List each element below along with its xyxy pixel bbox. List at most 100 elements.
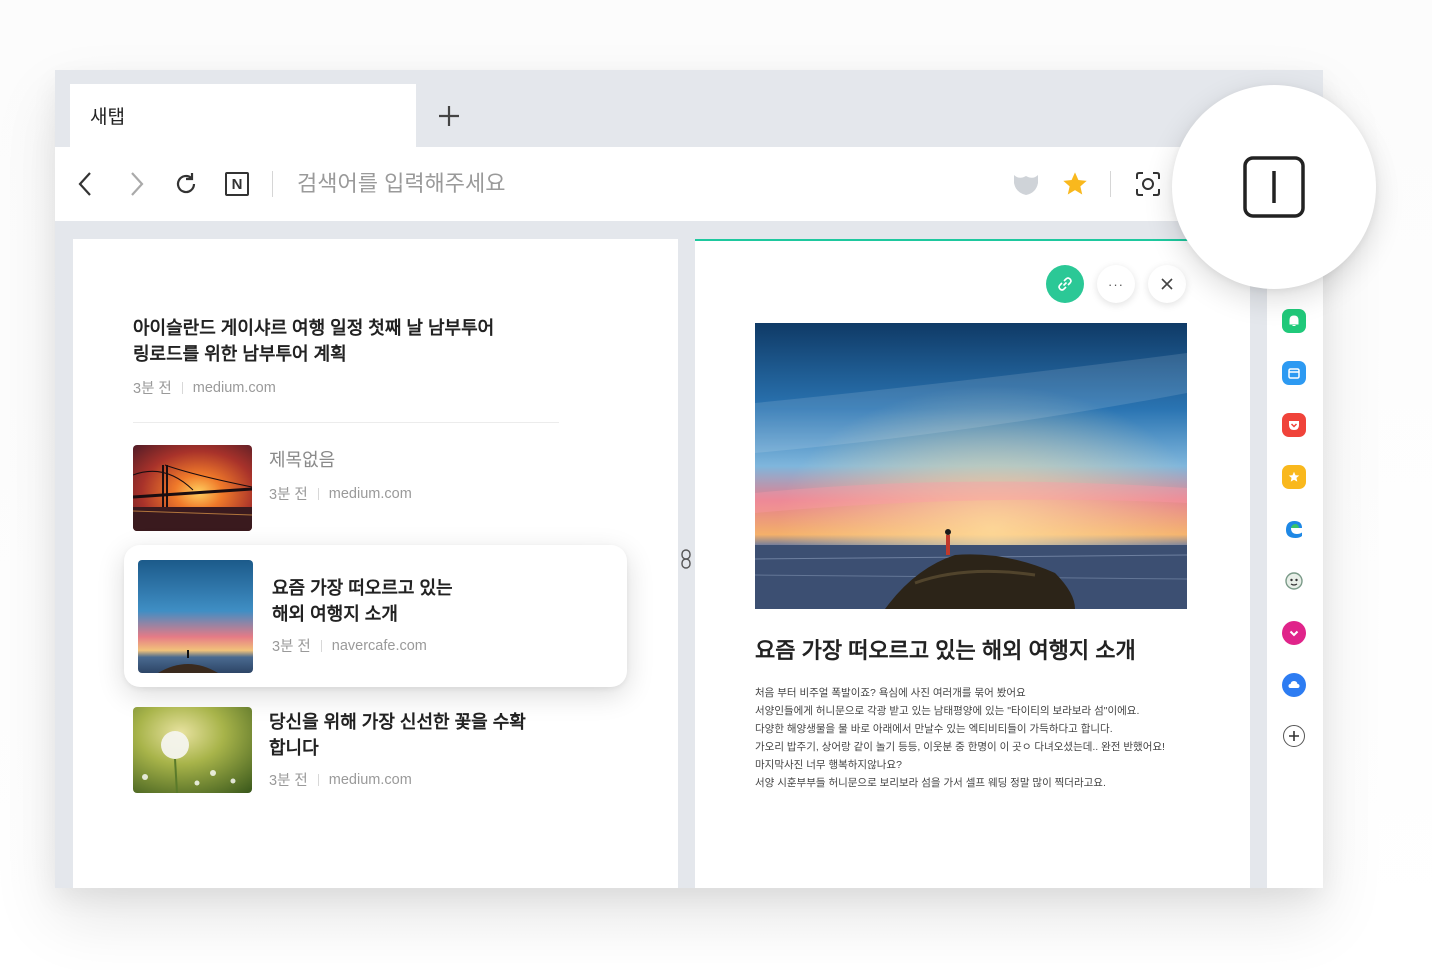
feed-item-card-highlighted[interactable]: 요즘 가장 떠오르고 있는 해외 여행지 소개 3분 전 navercafe.c…	[124, 545, 627, 687]
article-paragraph: 가오리 밥주기, 상어랑 같이 놀기 등등, 이웃분 중 한명이 이 곳ㅇ 다녀…	[755, 741, 1165, 753]
feed-item-time: 3분 전	[133, 381, 172, 397]
reload-icon	[176, 173, 196, 194]
feed-item-source: medium.com	[328, 771, 412, 788]
bookmark-button[interactable]	[1058, 167, 1092, 201]
calendar-icon	[1288, 368, 1300, 379]
link-button[interactable]	[1046, 265, 1084, 303]
tab-title: 새탭	[90, 107, 125, 128]
rail-cloud-icon[interactable]	[1282, 673, 1306, 697]
article-body: 처음 부터 비주얼 폭발이죠? 욕심에 사진 여러개를 묶어 봤어요 서양인들에…	[755, 684, 1195, 792]
stage: 새탭 N 검색어를 입력해주세요 아이슬란드 게이샤르 여행 일정 첫째 날 남…	[0, 0, 1432, 970]
feed-divider	[133, 422, 559, 423]
screen-capture-button[interactable]	[1131, 167, 1165, 201]
feed-panel: 아이슬란드 게이샤르 여행 일정 첫째 날 남부투어 링로드를 위한 남부투어 …	[73, 239, 678, 888]
plus-icon	[439, 106, 459, 126]
meta-divider	[317, 487, 319, 500]
feed-item-thumbnail[interactable]	[138, 560, 253, 673]
toolbar-separator-2	[1110, 171, 1111, 197]
rail-add-button[interactable]	[1283, 725, 1305, 747]
feed-item-thumbnail[interactable]	[133, 707, 252, 793]
tab-bar: 새탭	[55, 70, 1323, 147]
toolbar: N	[55, 147, 1323, 221]
article-title: 요즘 가장 떠오르고 있는 해외 여행지 소개	[755, 638, 1136, 663]
article-paragraph: 서양인들에게 허니문으로 각광 받고 있는 남태평양에 있는 "타이티의 보라보…	[755, 705, 1140, 717]
rail-pocket-heart-icon[interactable]	[1282, 621, 1306, 645]
more-button[interactable]: ···	[1097, 265, 1135, 303]
rail-favorites-icon[interactable]	[1282, 465, 1306, 489]
article-paragraph: 서양 시훈부부들 허니문으로 보리보라 섬을 가서 셀프 웨딩 정말 많이 찍더…	[755, 777, 1106, 789]
sunset-landscape-image	[755, 323, 1187, 609]
address-input[interactable]	[297, 167, 897, 201]
star-icon	[1288, 471, 1300, 482]
close-button[interactable]	[1148, 265, 1186, 303]
pocket-icon	[1289, 421, 1299, 430]
tab-new[interactable]: 새탭	[70, 84, 416, 147]
feed-item-meta: 3분 전 navercafe.com	[272, 635, 453, 656]
feed-item-meta: 3분 전 medium.com	[269, 769, 526, 790]
plus-icon	[1289, 731, 1299, 741]
feed-item-title: 요즘 가장 떠오르고 있는	[272, 578, 453, 598]
feed-item[interactable]: 당신을 위해 가장 신선한 꽃을 수확 합니다 3분 전 medium.com	[269, 709, 526, 790]
chevron-left-icon	[78, 172, 91, 196]
split-link-handle[interactable]	[679, 548, 693, 570]
article-paragraph: 처음 부터 비주얼 폭발이죠? 욕심에 사진 여러개를 묶어 봤어요	[755, 687, 1026, 699]
cloud-icon	[1288, 681, 1300, 688]
shield-icon	[1014, 175, 1038, 195]
feed-item-title-line2: 합니다	[269, 738, 319, 758]
reload-button[interactable]	[169, 167, 203, 201]
article-panel: ··· 요즘 가장 떠오르고 있는 해외 여행지 소개 처음 부터 비주얼 폭발…	[695, 239, 1250, 888]
feed-item[interactable]: 아이슬란드 게이샤르 여행 일정 첫째 날 남부투어 링로드를 위한 남부투어 …	[133, 315, 494, 398]
link-icon	[681, 549, 691, 569]
dandelion-field-image	[133, 707, 252, 793]
edge-browser-icon	[1286, 521, 1302, 538]
meta-divider	[317, 773, 319, 786]
rail-chrome-dino-icon[interactable]	[1282, 569, 1306, 593]
back-button[interactable]	[69, 167, 103, 201]
sidebar-toggle-magnifier[interactable]	[1172, 85, 1376, 289]
rail-edge-icon[interactable]	[1282, 517, 1306, 541]
feed-item-meta: 3분 전 medium.com	[269, 483, 412, 504]
article-hero-image	[755, 323, 1187, 609]
feed-item-time: 3분 전	[269, 773, 308, 789]
browser-window: 새탭 N 검색어를 입력해주세요 아이슬란드 게이샤르 여행 일정 첫째 날 남…	[55, 70, 1323, 888]
feed-item-title: 당신을 위해 가장 신선한 꽃을 수확	[269, 712, 526, 732]
article-paragraph: 마지막사진 너무 행복하지않나요?	[755, 759, 902, 771]
chevron-down-icon	[1289, 630, 1299, 637]
feed-item-text: 요즘 가장 떠오르고 있는 해외 여행지 소개 3분 전 navercafe.c…	[272, 575, 453, 656]
side-rail	[1267, 221, 1323, 888]
face-icon	[1285, 572, 1303, 590]
feed-item-title: 제목없음	[269, 450, 336, 470]
toolbar-separator	[272, 171, 273, 197]
feed-item[interactable]: 제목없음 3분 전 medium.com	[269, 447, 412, 504]
sunset-sea-thumbnail	[138, 560, 253, 673]
shield-button[interactable]	[1009, 167, 1043, 201]
rail-calendar-icon[interactable]	[1282, 361, 1306, 385]
star-icon	[1063, 172, 1087, 195]
capture-icon	[1136, 172, 1160, 196]
new-tab-button[interactable]	[431, 98, 467, 134]
feed-item-time: 3분 전	[269, 487, 308, 503]
feed-item-thumbnail[interactable]	[133, 445, 252, 531]
sidebar-toggle-icon	[1243, 156, 1305, 218]
feed-item-time: 3분 전	[272, 639, 311, 655]
more-icon: ···	[1108, 276, 1124, 292]
close-icon	[1161, 278, 1173, 290]
feed-item-title: 아이슬란드 게이샤르 여행 일정 첫째 날 남부투어	[133, 318, 495, 338]
naver-home-button[interactable]: N	[220, 167, 254, 201]
meta-divider	[181, 381, 183, 394]
feed-item-meta: 3분 전 medium.com	[133, 377, 494, 398]
feed-item-source: medium.com	[192, 379, 276, 396]
chevron-right-icon	[131, 172, 144, 196]
naver-logo-icon: N	[225, 172, 249, 196]
forward-button[interactable]	[119, 167, 153, 201]
link-chain-icon	[1058, 277, 1072, 291]
feed-item-title-line2: 링로드를 위한 남부투어 계획	[133, 344, 347, 364]
feed-item-source: navercafe.com	[331, 637, 427, 654]
article-paragraph: 다양한 해양생물을 물 바로 아래에서 만날수 있는 엑티비티들이 가득하다고 …	[755, 723, 1113, 735]
content-area: 아이슬란드 게이샤르 여행 일정 첫째 날 남부투어 링로드를 위한 남부투어 …	[55, 221, 1323, 888]
bridge-sunset-image	[133, 445, 252, 531]
rail-notification-icon[interactable]	[1282, 309, 1306, 333]
rail-pocket-icon[interactable]	[1282, 413, 1306, 437]
feed-item-source: medium.com	[328, 485, 412, 502]
meta-divider	[320, 639, 322, 652]
